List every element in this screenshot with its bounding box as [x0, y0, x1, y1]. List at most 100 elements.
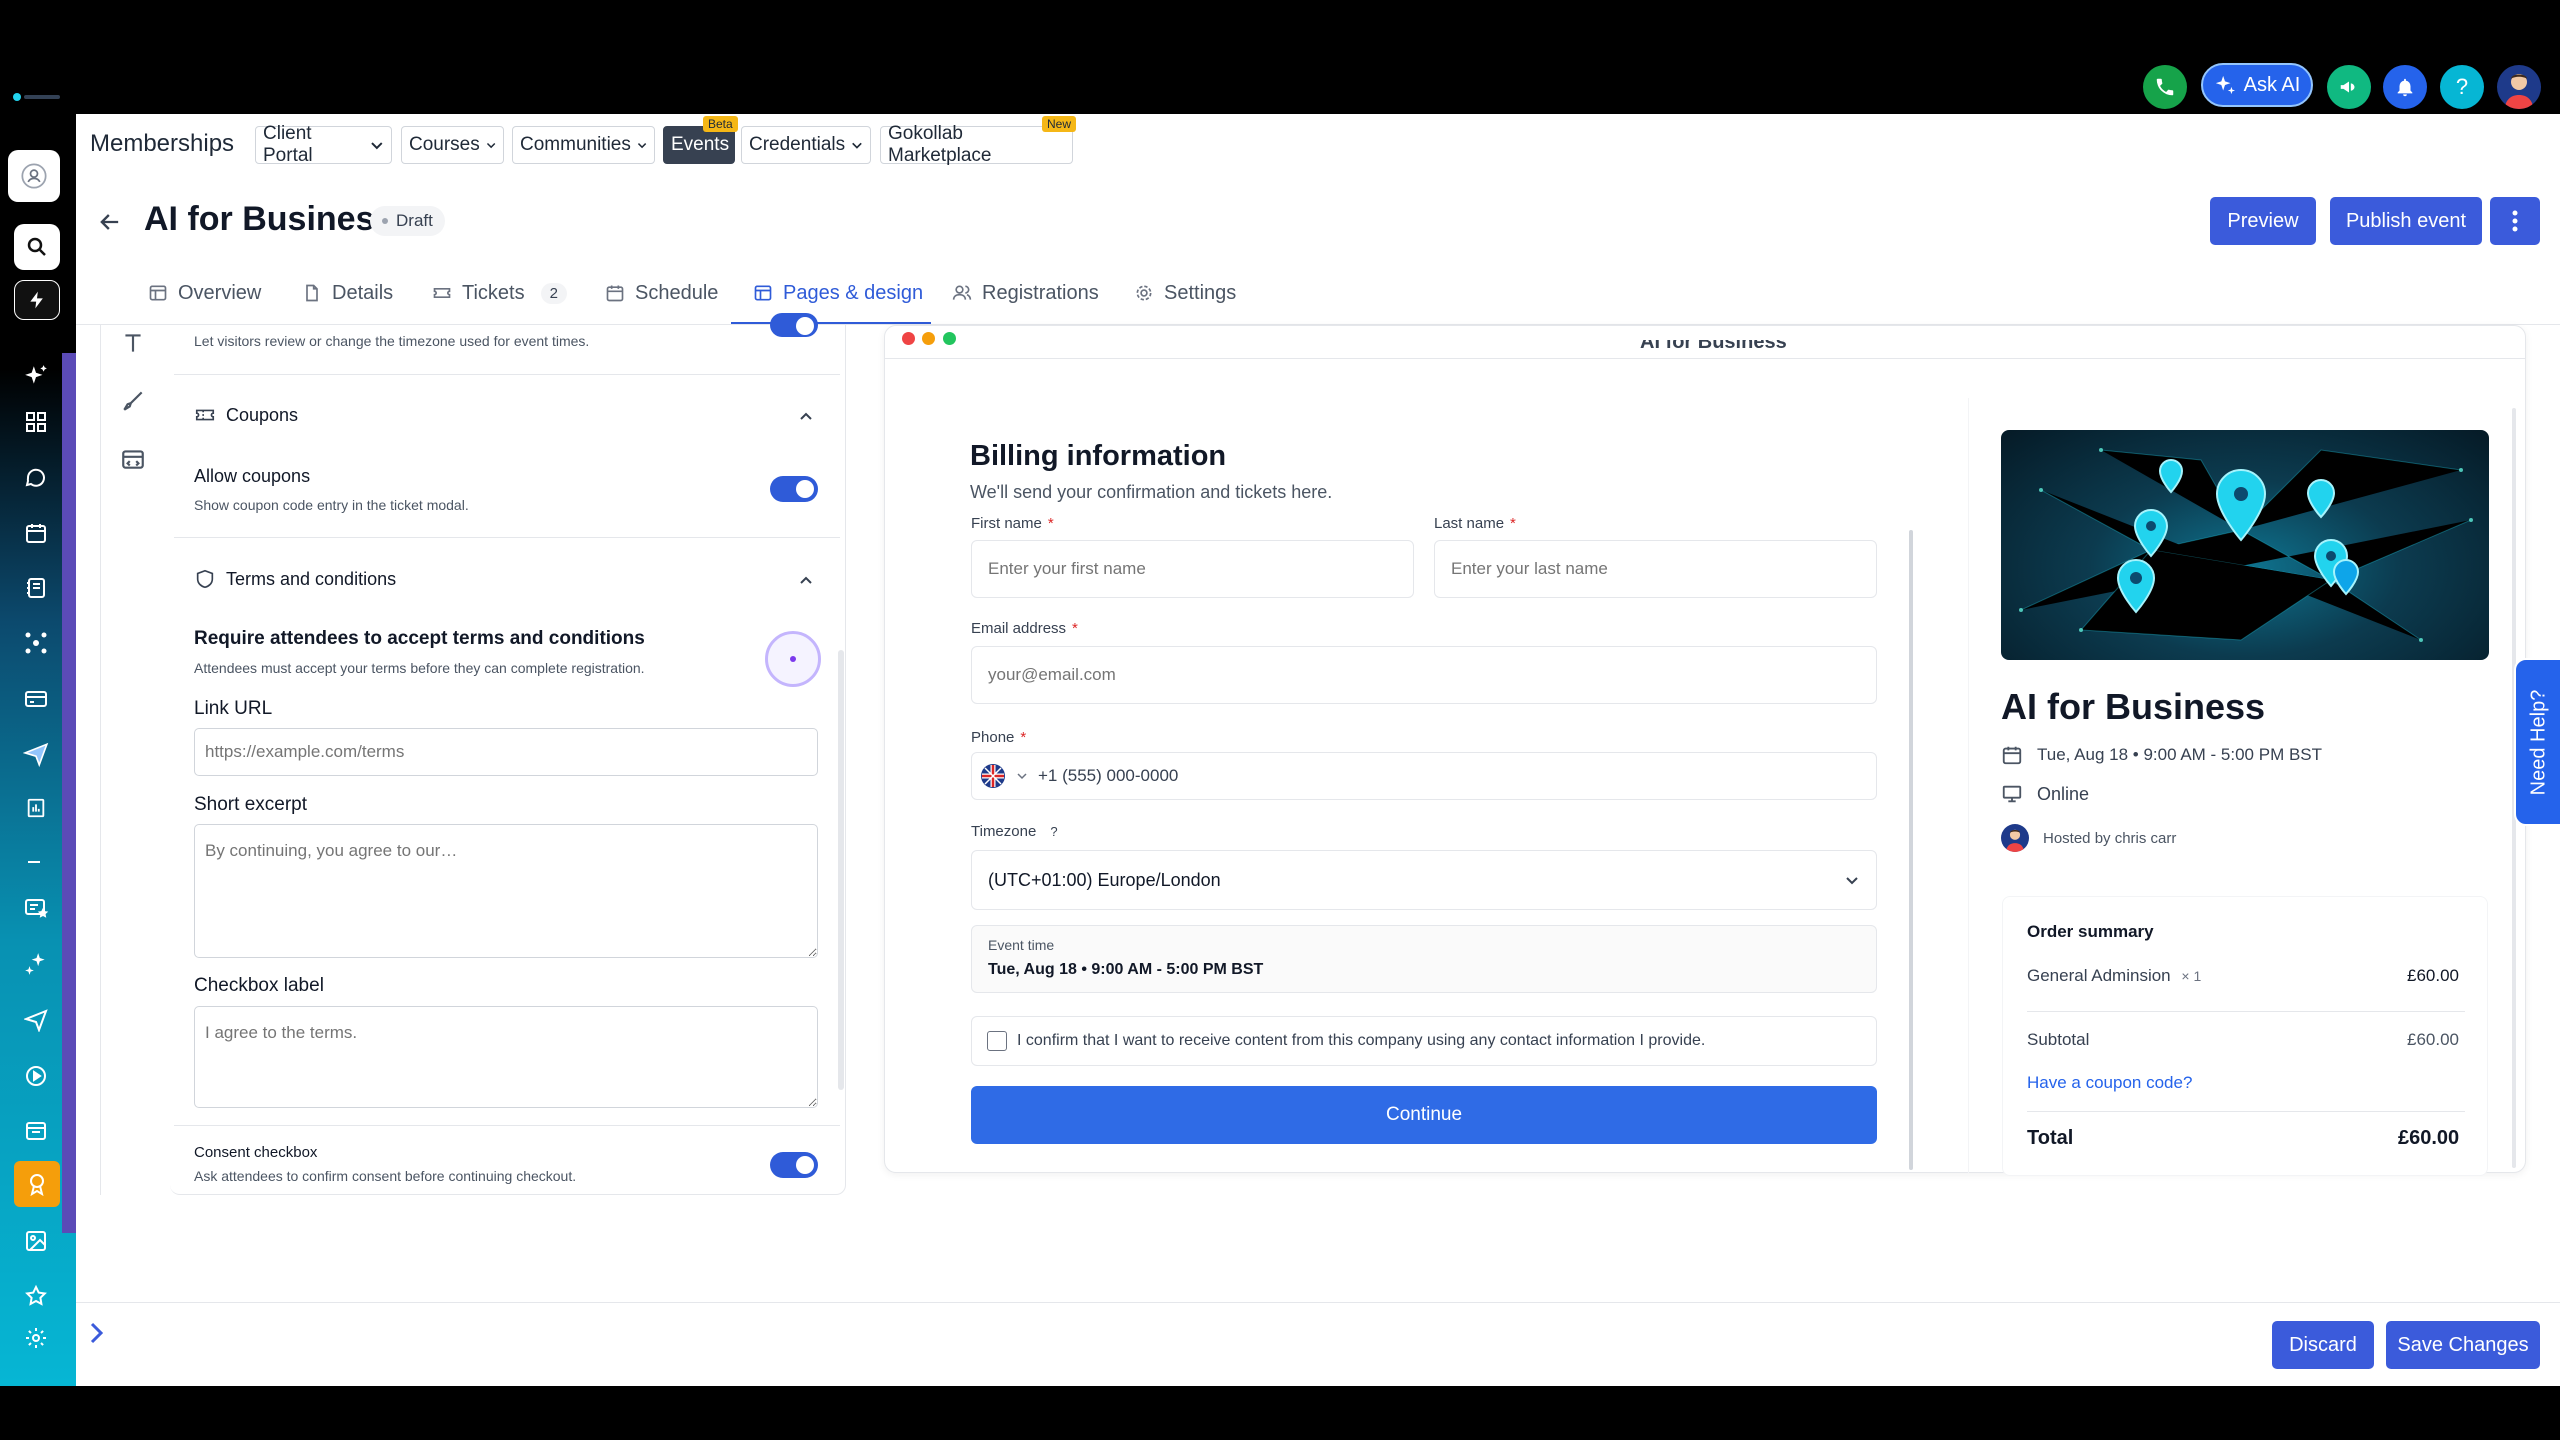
chat-icon[interactable] — [20, 462, 52, 494]
calendar-icon — [2002, 746, 2022, 765]
automation-icon[interactable] — [20, 1060, 52, 1092]
save-changes-button[interactable]: Save Changes — [2386, 1321, 2540, 1369]
event-image — [2001, 430, 2489, 660]
consent-checkbox-label: Consent checkbox — [194, 1144, 318, 1161]
last-name-label: Last name * — [1434, 515, 1516, 532]
search-icon[interactable] — [14, 224, 60, 270]
require-terms-toggle[interactable] — [765, 631, 821, 687]
consent-checkbox[interactable] — [987, 1031, 1007, 1051]
consent-checkbox-toggle[interactable] — [770, 1152, 818, 1178]
allow-coupons-label: Allow coupons — [194, 466, 311, 486]
timezone-select[interactable]: (UTC+01:00) Europe/London — [971, 850, 1877, 910]
payments-icon[interactable] — [20, 683, 52, 715]
chevron-up-icon[interactable] — [798, 408, 814, 424]
network-icon[interactable] — [20, 627, 52, 659]
short-excerpt-textarea[interactable] — [194, 824, 818, 958]
tab-details[interactable]: Details — [302, 278, 393, 308]
gear-icon[interactable] — [20, 1322, 52, 1354]
need-help-tab[interactable]: Need Help? — [2514, 658, 2560, 826]
event-time-box: Event time Tue, Aug 18 • 9:00 AM - 5:00 … — [971, 925, 1877, 993]
discard-button[interactable]: Discard — [2272, 1321, 2374, 1369]
nav-tab-label: Communities — [520, 134, 631, 155]
tab-registrations[interactable]: Registrations — [952, 278, 1099, 308]
chevron-down-icon — [852, 142, 862, 149]
brush-tool-icon[interactable] — [120, 388, 150, 418]
nav-tab[interactable]: Courses — [401, 126, 504, 164]
section-title: Memberships — [90, 130, 235, 157]
memberships-icon[interactable] — [14, 1161, 60, 1207]
sparkle-icon[interactable] — [20, 360, 52, 392]
contacts-icon[interactable] — [20, 572, 52, 604]
host-avatar — [2001, 824, 2029, 852]
ask-ai-button[interactable]: Ask AI — [2201, 63, 2313, 107]
marketing-icon[interactable] — [20, 1004, 52, 1036]
sparkle-icon — [2215, 75, 2235, 95]
nav-tab[interactable]: Credentials — [741, 126, 871, 164]
coupon-link[interactable]: Have a coupon code? — [2027, 1073, 2192, 1093]
tab-label: Overview — [178, 281, 262, 304]
timezone-help-icon[interactable]: ? — [1050, 824, 1057, 839]
star-icon[interactable] — [20, 1280, 52, 1312]
more-options-button[interactable] — [2490, 197, 2540, 245]
tab-tickets[interactable]: Tickets 2 — [432, 278, 567, 308]
tab-schedule[interactable]: Schedule — [605, 278, 718, 308]
text-tool-icon[interactable] — [120, 330, 150, 360]
tab-label: Tickets — [462, 281, 525, 304]
consent-text: I confirm that I want to receive content… — [1017, 1032, 1706, 1049]
allow-coupons-toggle[interactable] — [770, 476, 818, 502]
tab-settings[interactable]: Settings — [1134, 278, 1236, 308]
nav-tab-badge: Beta — [703, 116, 738, 132]
bell-icon[interactable] — [2383, 65, 2427, 109]
publish-event-button[interactable]: Publish event — [2330, 197, 2482, 245]
avatar[interactable] — [2497, 65, 2541, 109]
tab-label: Details — [332, 281, 394, 304]
send-icon[interactable] — [20, 738, 52, 770]
first-name-input[interactable] — [971, 540, 1414, 598]
expand-sidebar-icon[interactable] — [84, 1318, 108, 1348]
link-url-label: Link URL — [194, 698, 273, 719]
tab-overview[interactable]: Overview — [148, 278, 261, 308]
chevron-down-icon — [1846, 877, 1858, 885]
checkbox-label-textarea[interactable] — [194, 1006, 818, 1108]
tab-pages-design[interactable]: Pages & design — [753, 278, 923, 308]
nav-tab-label: Events — [671, 134, 730, 155]
calendar-icon[interactable] — [20, 517, 52, 549]
divider — [174, 374, 840, 375]
preview-button[interactable]: Preview — [2210, 197, 2316, 245]
nav-tab[interactable]: Communities — [512, 126, 655, 164]
form-scrollbar[interactable] — [1909, 530, 1913, 1170]
chevron-down-icon[interactable] — [1016, 770, 1028, 782]
reviews-icon[interactable] — [20, 892, 52, 924]
chevron-up-icon[interactable] — [798, 572, 814, 588]
link-url-input[interactable] — [194, 728, 818, 776]
last-name-input[interactable] — [1434, 540, 1877, 598]
media-icon[interactable] — [20, 1225, 52, 1257]
dashboard-icon[interactable] — [20, 406, 52, 438]
phone-icon[interactable] — [2143, 65, 2187, 109]
ai-agents-icon[interactable] — [20, 948, 52, 980]
consent-row: I confirm that I want to receive content… — [971, 1016, 1877, 1066]
uk-flag-icon[interactable] — [980, 763, 1006, 789]
nav-tab[interactable]: Client Portal — [255, 123, 392, 166]
sites-icon[interactable] — [20, 1115, 52, 1147]
reports-icon[interactable] — [20, 792, 52, 824]
help-icon[interactable]: ? — [2440, 65, 2484, 109]
terms-section-title: Terms and conditions — [226, 569, 397, 589]
megaphone-icon[interactable] — [2327, 65, 2371, 109]
location-switcher[interactable] — [8, 150, 60, 202]
chevron-down-icon — [637, 143, 647, 149]
lightning-icon[interactable] — [14, 280, 60, 320]
continue-button[interactable]: Continue — [971, 1086, 1877, 1144]
phone-input[interactable]: +1 (555) 000-0000 — [1038, 766, 1178, 786]
shield-icon — [194, 568, 216, 590]
divider — [2027, 1011, 2465, 1012]
timezone-toggle[interactable] — [770, 313, 818, 337]
back-arrow-icon[interactable] — [96, 208, 124, 236]
widget-tool-icon[interactable] — [120, 446, 150, 476]
nav-tab-label: Credentials — [749, 134, 846, 155]
email-input[interactable] — [971, 646, 1877, 704]
phone-field[interactable]: +1 (555) 000-0000 — [971, 752, 1877, 800]
monitor-icon — [2002, 785, 2022, 803]
panel-scrollbar[interactable] — [838, 650, 844, 1090]
layout-icon — [754, 285, 772, 301]
